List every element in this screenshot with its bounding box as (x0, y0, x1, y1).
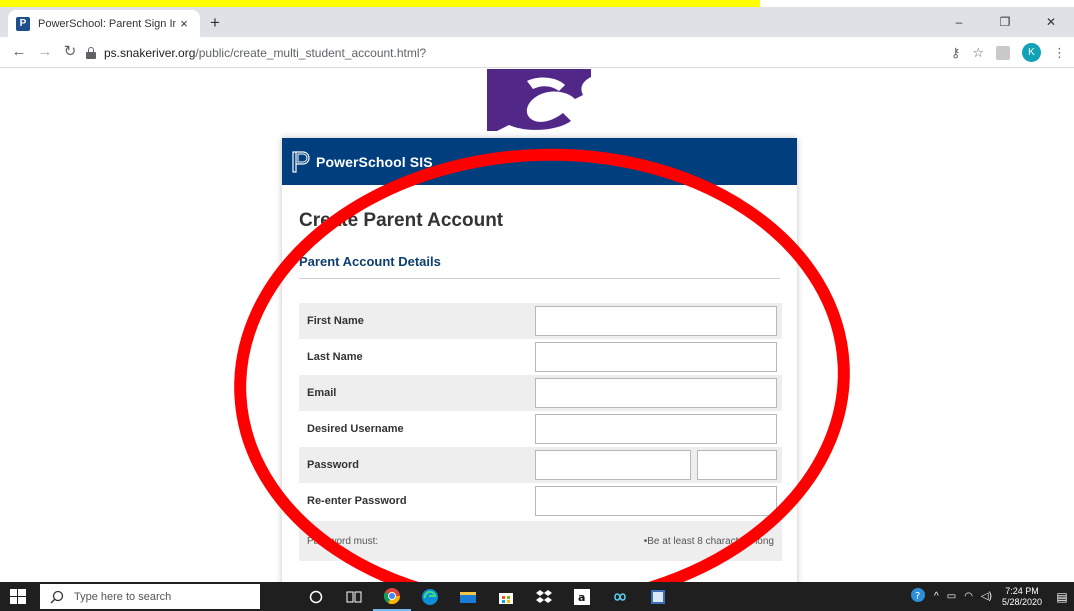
web-page: PowerSchool SIS Create Parent Account Pa… (0, 69, 1074, 582)
browser-tab[interactable]: P PowerSchool: Parent Sign In × (8, 10, 200, 37)
password-rules: Password must: •Be at least 8 characters… (299, 521, 782, 561)
window-controls: – ❐ ✕ (936, 7, 1074, 37)
search-icon (50, 590, 64, 603)
last-name-label: Last Name (307, 351, 363, 363)
infinity-app-icon[interactable] (601, 582, 639, 611)
minimize-button[interactable]: – (936, 7, 982, 37)
reenter-password-label: Re-enter Password (307, 495, 407, 507)
chrome-icon[interactable] (373, 582, 411, 611)
system-tray: ? ^ ▭ ◠ ◁) 7:24 PM 5/28/2020 ▤ (906, 582, 1074, 611)
restore-button[interactable]: ❐ (982, 7, 1028, 37)
form-row-last-name: Last Name (299, 339, 782, 375)
edge-icon[interactable] (411, 582, 449, 611)
store-icon[interactable] (487, 582, 525, 611)
battery-icon[interactable]: ▭ (947, 591, 956, 602)
profile-avatar[interactable]: K (1022, 43, 1041, 62)
form-row-password: Password (299, 447, 782, 483)
password-field[interactable] (535, 450, 691, 480)
first-name-field[interactable] (535, 306, 777, 336)
section-title: Parent Account Details (299, 254, 780, 279)
lock-icon (86, 46, 96, 59)
form-row-first-name: First Name (299, 303, 782, 339)
bookmark-star-icon[interactable]: ☆ (972, 45, 984, 61)
password-rule-text: •Be at least 8 characters long (643, 535, 774, 547)
password-strength-field[interactable] (697, 450, 777, 480)
toolbar-right: ⚷ ☆ K ⋮ (951, 42, 1066, 63)
task-view-icon[interactable] (335, 582, 373, 611)
amazon-icon[interactable]: a (563, 582, 601, 611)
form-row-email: Email (299, 375, 782, 411)
cortana-icon[interactable] (297, 582, 335, 611)
reload-icon[interactable]: ↻ (61, 43, 79, 61)
username-field[interactable] (535, 414, 777, 444)
close-window-button[interactable]: ✕ (1028, 7, 1074, 37)
windows-taskbar: Type here to search a ? ^ ▭ ◠ ◁) 7:24 PM… (0, 582, 1074, 611)
tab-title: PowerSchool: Parent Sign In (38, 17, 176, 30)
help-icon[interactable]: ? (910, 587, 926, 606)
form-row-username: Desired Username (299, 411, 782, 447)
password-label: Password (307, 459, 359, 471)
tab-close-icon[interactable]: × (176, 16, 192, 31)
last-name-field[interactable] (535, 342, 777, 372)
clock[interactable]: 7:24 PM 5/28/2020 (1002, 586, 1042, 608)
username-label: Desired Username (307, 423, 404, 435)
url-host: ps.snakeriver.org (104, 45, 196, 60)
email-label: Email (307, 387, 337, 399)
wifi-icon[interactable]: ◠ (964, 591, 973, 602)
clock-time: 7:24 PM (1005, 585, 1039, 596)
reenter-password-field[interactable] (535, 486, 777, 516)
notification-icon[interactable]: ▤ (1050, 582, 1074, 611)
menu-dots-icon[interactable]: ⋮ (1053, 45, 1066, 61)
first-name-label: First Name (307, 315, 364, 327)
account-form: First Name Last Name Email Desired Usern… (299, 303, 782, 561)
email-field[interactable] (535, 378, 777, 408)
password-rule-label: Password must: (307, 535, 379, 547)
search-placeholder: Type here to search (74, 590, 172, 603)
notepad-app-icon[interactable] (639, 582, 677, 611)
highlight-bar (0, 0, 760, 7)
clock-date: 5/28/2020 (1001, 596, 1042, 607)
page-title: Create Parent Account (299, 210, 504, 231)
header-title: PowerSchool SIS (316, 153, 433, 170)
file-explorer-icon[interactable] (449, 582, 487, 611)
chevron-up-icon[interactable]: ^ (934, 591, 939, 602)
tab-strip: P PowerSchool: Parent Sign In × + – ❐ ✕ (0, 7, 1074, 37)
powerschool-favicon-icon: P (16, 16, 30, 31)
svg-text:?: ? (915, 591, 920, 602)
url-path: /public/create_multi_student_account.htm… (195, 45, 427, 60)
card-body: Create Parent Account Parent Account Det… (282, 210, 797, 561)
form-row-reenter-password: Re-enter Password (299, 483, 782, 519)
wildcat-logo-icon (487, 69, 591, 131)
screen: P PowerSchool: Parent Sign In × + – ❐ ✕ … (0, 0, 1074, 611)
new-tab-button[interactable]: + (206, 14, 224, 31)
extension-icon[interactable] (996, 45, 1010, 60)
card-header: PowerSchool SIS (282, 138, 797, 185)
powerschool-logo-icon (292, 150, 310, 173)
volume-icon[interactable]: ◁) (981, 591, 992, 602)
dropbox-icon[interactable] (525, 582, 563, 611)
address-bar[interactable]: ps.snakeriver.org /public/create_multi_s… (86, 41, 916, 64)
taskbar-search[interactable]: Type here to search (40, 584, 260, 609)
key-icon[interactable]: ⚷ (951, 45, 961, 61)
forward-arrow-icon[interactable]: → (36, 43, 54, 61)
windows-start-icon[interactable] (10, 589, 26, 604)
browser-toolbar: ← → ↻ ps.snakeriver.org /public/create_m… (0, 37, 1074, 68)
account-card: PowerSchool SIS Create Parent Account Pa… (282, 138, 797, 582)
back-arrow-icon[interactable]: ← (10, 43, 28, 61)
svg-text:a: a (578, 591, 585, 604)
taskbar-apps: a (297, 582, 677, 611)
